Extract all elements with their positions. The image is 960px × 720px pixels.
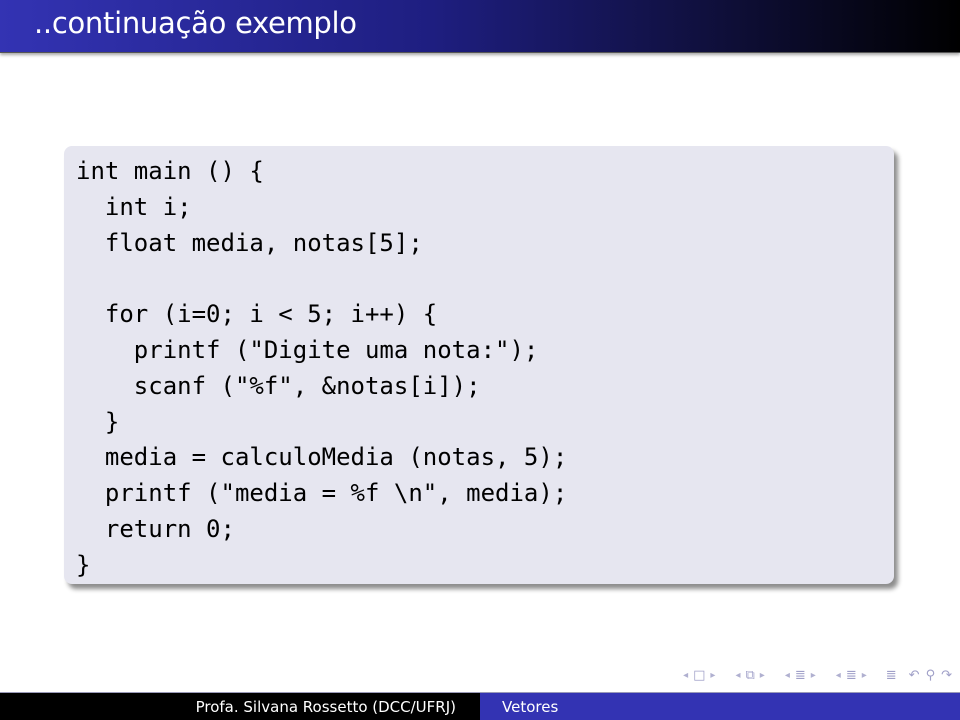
nav-next-subsection-icon[interactable]: ▸: [757, 670, 768, 681]
code-line: int main () {: [76, 157, 264, 185]
nav-tools-group: ↶ ⚲ ↷: [909, 668, 952, 683]
nav-section-icon[interactable]: ≣: [793, 668, 808, 683]
footer-short-title: Vetores: [480, 693, 960, 720]
nav-part-icon[interactable]: ≣: [844, 668, 859, 683]
frame-title-bar: ..continuação exemplo: [0, 0, 960, 53]
nav-section-group: ◂ ≣ ▸: [782, 668, 819, 683]
search-icon[interactable]: ⚲: [926, 668, 936, 683]
nav-next-section-icon[interactable]: ▸: [808, 670, 819, 681]
nav-prev-section-icon[interactable]: ◂: [782, 670, 793, 681]
code-line: float media, notas[5];: [76, 228, 423, 257]
code-line: for (i=0; i < 5; i++) {: [76, 300, 438, 329]
nav-next-part-icon[interactable]: ▸: [859, 670, 870, 681]
beamer-navigation-bar: ◂ □ ▸ ◂ ⧉ ▸ ◂ ≣ ▸ ◂ ≣ ▸ ≣ ↶ ⚲ ↷: [680, 668, 952, 683]
frame-title: ..continuação exemplo: [34, 6, 357, 40]
code-line: printf ("Digite uma nota:");: [76, 335, 539, 364]
code-line: media = calculoMedia (notas, 5);: [76, 443, 568, 472]
code-line: }: [76, 407, 120, 436]
code-line: return 0;: [76, 514, 235, 543]
nav-prev-subsection-icon[interactable]: ◂: [732, 670, 743, 681]
nav-prev-frame-icon[interactable]: ◂: [680, 670, 691, 681]
undo-icon[interactable]: ↶: [909, 668, 920, 683]
code-line: scanf ("%f", &notas[i]);: [76, 371, 481, 400]
code-line: }: [76, 550, 91, 579]
code-block: int main () { int i; float media, notas[…: [64, 146, 894, 584]
nav-part-group: ◂ ≣ ▸: [833, 668, 870, 683]
nav-subsection-group: ◂ ⧉ ▸: [732, 668, 767, 683]
nav-prev-part-icon[interactable]: ◂: [833, 670, 844, 681]
footer: Profa. Silvana Rossetto (DCC/UFRJ) Vetor…: [0, 692, 960, 720]
nav-frame-group: ◂ □ ▸: [680, 668, 718, 683]
nav-next-frame-icon[interactable]: ▸: [707, 670, 718, 681]
nav-frame-icon[interactable]: □: [691, 668, 707, 683]
nav-subsection-icon[interactable]: ⧉: [743, 668, 756, 683]
redo-icon[interactable]: ↷: [941, 668, 952, 683]
footer-author: Profa. Silvana Rossetto (DCC/UFRJ): [0, 693, 480, 720]
nav-document-icon[interactable]: ≣: [884, 668, 899, 683]
code-line: int i;: [76, 192, 192, 221]
code-line: printf ("media = %f \n", media);: [76, 479, 568, 508]
code-listing: int main () { int i; float media, notas[…: [76, 154, 567, 584]
